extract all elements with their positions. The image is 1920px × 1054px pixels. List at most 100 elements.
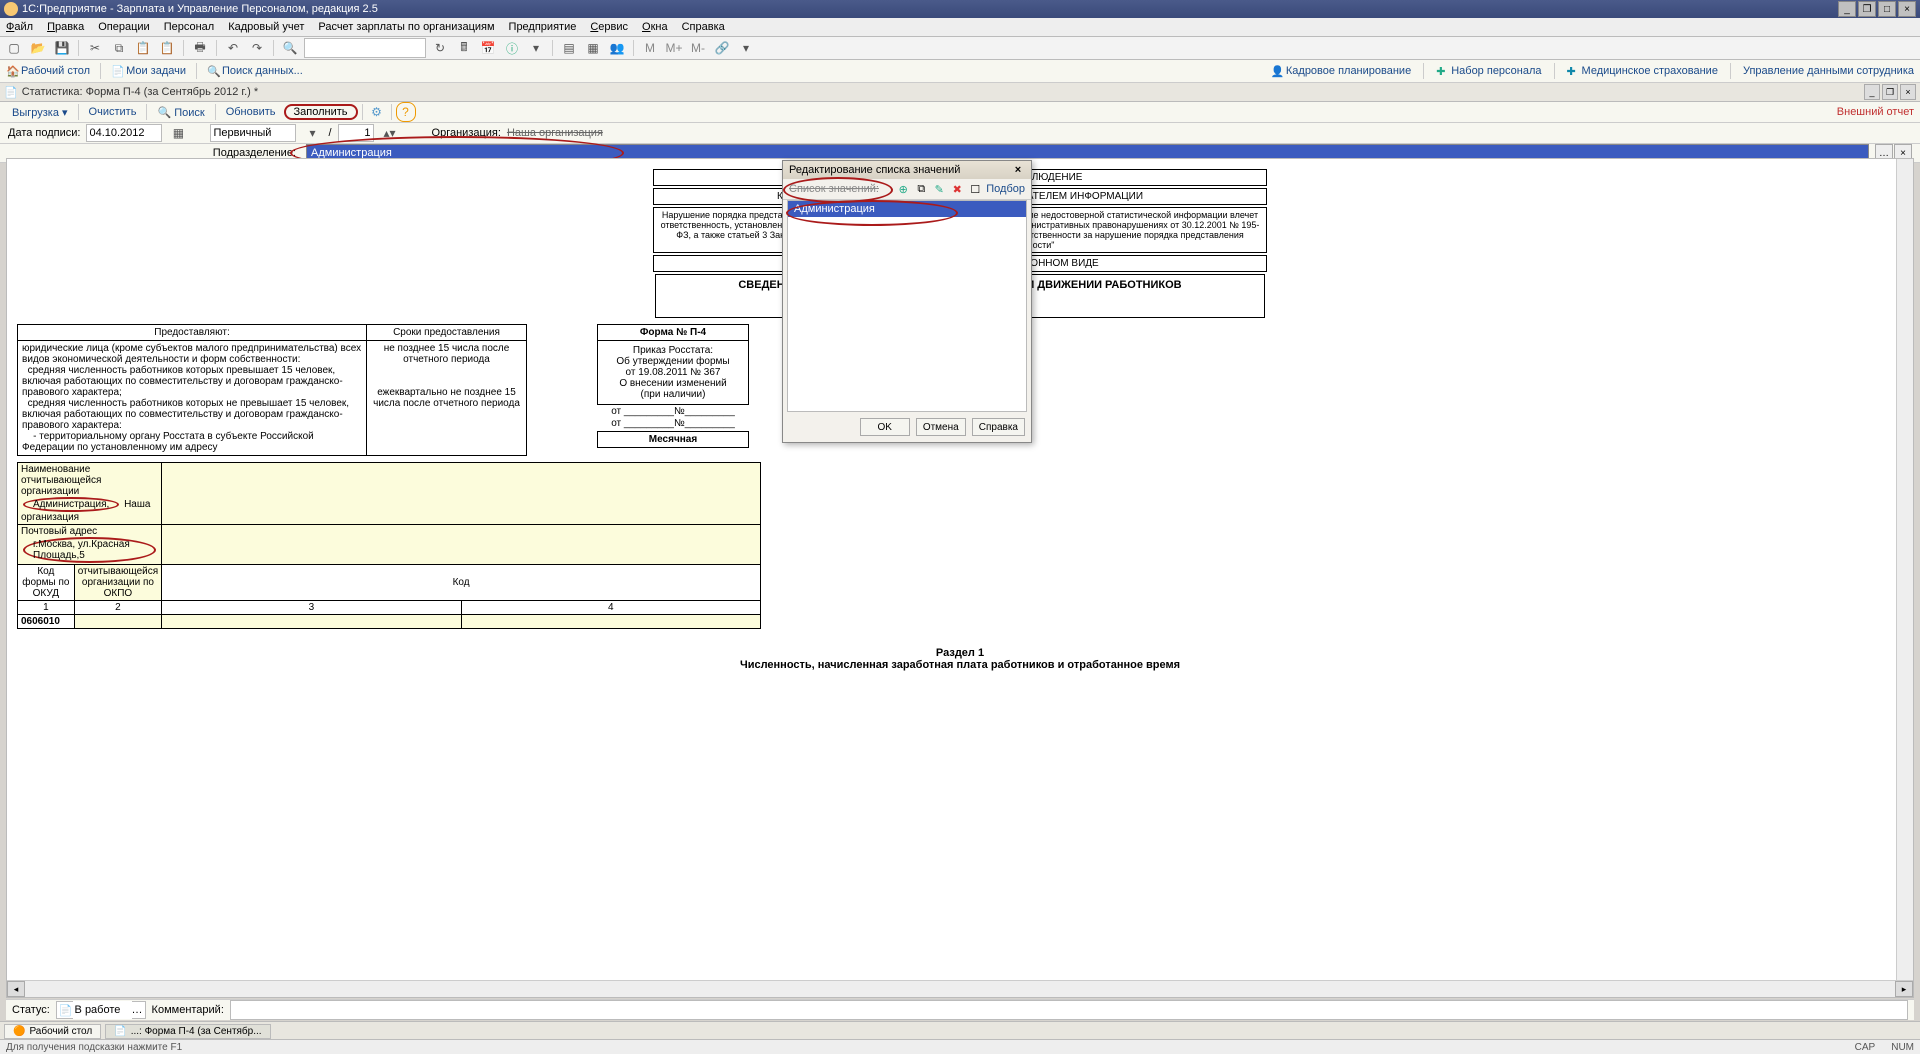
search-combo[interactable] (304, 38, 426, 58)
scroll-left-button[interactable]: ◂ (7, 981, 25, 997)
check-icon[interactable]: ☐ (968, 182, 982, 196)
delete-icon[interactable]: ✖ (950, 182, 964, 196)
links-icon[interactable]: 🔗 (712, 38, 732, 58)
report1-icon[interactable]: ▤ (559, 38, 579, 58)
menu-windows[interactable]: Окна (642, 21, 668, 33)
num-input[interactable] (338, 124, 374, 142)
params-row: Дата подписи: ▦ ▾ / ▴▾ Организация: Наша… (0, 123, 1920, 144)
code4-val[interactable] (461, 615, 760, 629)
open-icon[interactable]: 📂 (28, 38, 48, 58)
tasktab-desktop[interactable]: 🟠Рабочий стол (4, 1024, 101, 1039)
nav-desktop[interactable]: 🏠Рабочий стол (6, 65, 90, 77)
m-icon[interactable]: M (640, 38, 660, 58)
nav-mytasks[interactable]: 📄Мои задачи (111, 65, 186, 77)
sign-date-input[interactable] (86, 124, 162, 142)
tab-min-button[interactable]: _ (1864, 84, 1880, 100)
search-button[interactable]: 🔍 Поиск (151, 105, 210, 120)
redo-icon[interactable]: ↷ (247, 38, 267, 58)
undo-icon[interactable]: ↶ (223, 38, 243, 58)
clear-button[interactable]: Очистить (83, 105, 143, 119)
mplus-icon[interactable]: M+ (664, 38, 684, 58)
status-input[interactable] (73, 1001, 132, 1019)
date-picker-icon[interactable]: ▦ (168, 123, 188, 143)
nav-med[interactable]: ✚Медицинское страхование (1567, 65, 1718, 77)
nav-recruit[interactable]: ✚Набор персонала (1436, 65, 1541, 77)
status-row: Статус: 📄 … Комментарий: (6, 999, 1914, 1020)
new-icon[interactable]: ▢ (4, 38, 24, 58)
comment-label: Комментарий: (152, 1004, 224, 1016)
comment-input[interactable] (230, 1000, 1908, 1020)
nav-datamgmt[interactable]: Управление данными сотрудника (1743, 65, 1914, 77)
deadline-text: не позднее 15 числа после отчетного пери… (367, 341, 527, 456)
nav-search[interactable]: 🔍Поиск данных... (207, 65, 303, 77)
ot1: от _________№_________ (597, 406, 749, 417)
calc-icon[interactable]: 🖩 (454, 38, 474, 58)
nav-plan[interactable]: 👤Кадровое планирование (1271, 65, 1411, 77)
list-item[interactable]: Администрация (788, 201, 1026, 217)
close-button[interactable]: × (1898, 1, 1916, 17)
tab-max-button[interactable]: ❐ (1882, 84, 1898, 100)
col-deadline: Сроки предоставления (367, 325, 527, 341)
okpo-h: отчитывающейся организации по ОКПО (74, 565, 161, 601)
restore-button[interactable]: ❐ (1858, 1, 1876, 17)
minimize-button[interactable]: _ (1838, 1, 1856, 17)
help-q-icon[interactable]: ? (396, 102, 416, 122)
status-pick-button[interactable]: … (132, 1004, 143, 1016)
menu-payroll[interactable]: Расчет зарплаты по организациям (318, 21, 494, 33)
fill-button[interactable]: Заполнить (284, 104, 358, 120)
vertical-scrollbar[interactable] (1896, 159, 1913, 981)
menubar: Файл Правка Операции Персонал Кадровый у… (0, 18, 1920, 37)
add-icon[interactable]: ⊕ (896, 182, 910, 196)
copy-icon[interactable]: ⧉ (109, 38, 129, 58)
mminus-icon[interactable]: M- (688, 38, 708, 58)
save-icon[interactable]: 💾 (52, 38, 72, 58)
report2-icon[interactable]: ▦ (583, 38, 603, 58)
dialog-title-bar: Редактирование списка значений × (783, 161, 1031, 179)
help-tb-icon[interactable]: ⓘ (502, 38, 522, 58)
paste2-icon[interactable]: 📋 (157, 38, 177, 58)
code3-val[interactable] (162, 615, 461, 629)
scroll-right-button[interactable]: ▸ (1895, 981, 1913, 997)
menu-service[interactable]: Сервис (590, 21, 628, 33)
type-dropdown-icon[interactable]: ▾ (302, 123, 322, 143)
cut-icon[interactable]: ✂ (85, 38, 105, 58)
dropdown-icon[interactable]: ▾ (526, 38, 546, 58)
menu-help[interactable]: Справка (682, 21, 725, 33)
people-icon[interactable]: 👥 (607, 38, 627, 58)
calendar-icon[interactable]: 📅 (478, 38, 498, 58)
dialog-cancel-button[interactable]: Отмена (916, 418, 966, 436)
horizontal-scrollbar[interactable]: ◂ ▸ (7, 980, 1913, 997)
settings-icon[interactable]: ⚙ (367, 102, 387, 122)
menu-file[interactable]: Файл (6, 21, 33, 33)
type-combo[interactable] (210, 124, 296, 142)
menu-enterprise[interactable]: Предприятие (509, 21, 577, 33)
pick-link[interactable]: Подбор (986, 183, 1025, 195)
dialog-close-button[interactable]: × (1011, 163, 1025, 177)
tasktab-form[interactable]: 📄...: Форма П-4 (за Сентябр... (105, 1024, 270, 1039)
navbar: 🏠Рабочий стол 📄Мои задачи 🔍Поиск данных.… (0, 60, 1920, 83)
external-report-link[interactable]: Внешний отчет (1837, 106, 1914, 118)
okpo-val[interactable] (74, 615, 161, 629)
refresh-button[interactable]: Обновить (220, 105, 282, 119)
dropdown2-icon[interactable]: ▾ (736, 38, 756, 58)
menu-personnel[interactable]: Персонал (164, 21, 215, 33)
form-tab-icon: 📄 (114, 1026, 126, 1037)
maximize-button[interactable]: □ (1878, 1, 1896, 17)
dialog-list[interactable]: Администрация (787, 200, 1027, 412)
num-spinner-icon[interactable]: ▴▾ (380, 123, 400, 143)
org-label: Организация: (432, 127, 501, 139)
export-button[interactable]: Выгрузка ▾ (6, 105, 74, 120)
copy-row-icon[interactable]: ⧉ (914, 182, 928, 196)
menu-hr[interactable]: Кадровый учет (228, 21, 304, 33)
menu-edit[interactable]: Правка (47, 21, 84, 33)
refresh-tb-icon[interactable]: ↻ (430, 38, 450, 58)
tab-close-button[interactable]: × (1900, 84, 1916, 100)
search-icon[interactable]: 🔍 (280, 38, 300, 58)
dialog-ok-button[interactable]: OK (860, 418, 910, 436)
menu-ops[interactable]: Операции (98, 21, 149, 33)
dialog-help-button[interactable]: Справка (972, 418, 1025, 436)
print-icon[interactable]: 🖶 (190, 38, 210, 58)
edit-icon[interactable]: ✎ (932, 182, 946, 196)
dialog-buttons: OK Отмена Справка (783, 412, 1031, 442)
paste-icon[interactable]: 📋 (133, 38, 153, 58)
